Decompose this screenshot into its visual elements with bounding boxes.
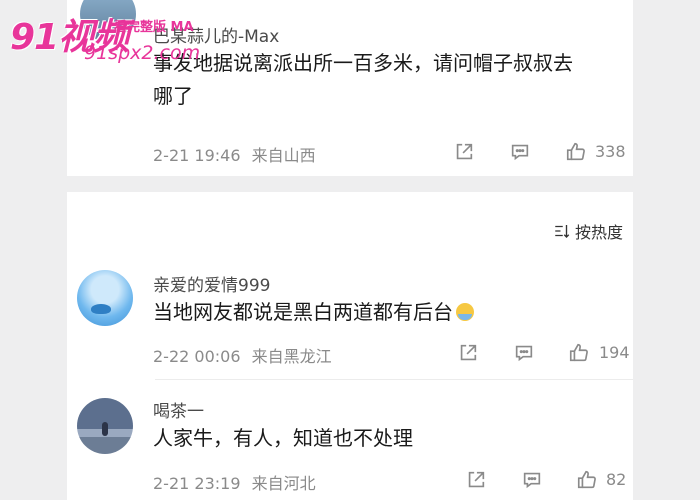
comment-item[interactable]: 喝茶一 人家牛，有人，知道也不处理 2-21 23:19 来自河北 82 — [67, 380, 633, 500]
thumb-up-icon[interactable] — [565, 141, 587, 163]
comment-item[interactable]: 亲爱的爱情999 当地网友都说是黑白两道都有后台 2-22 00:06 来自黑龙… — [67, 252, 633, 377]
comment-location: 来自黑龙江 — [251, 347, 332, 366]
comment-text-line: 当地网友都说是黑白两道都有后台 — [153, 300, 453, 324]
comment-meta: 2-21 19:46 来自山西 — [153, 142, 316, 166]
comment-date: 2-21 23:19 — [153, 474, 241, 493]
comment-icon[interactable] — [509, 141, 531, 163]
comment-text: 人家牛，有人，知道也不处理 — [153, 422, 413, 455]
like-count: 194 — [599, 343, 630, 362]
sort-label: 按热度 — [574, 223, 623, 242]
comment-date: 2-21 19:46 — [153, 146, 241, 165]
share-icon[interactable] — [457, 342, 479, 364]
comment-list: 按热度 亲爱的爱情999 当地网友都说是黑白两道都有后台 2-22 00:06 … — [67, 192, 633, 500]
thumb-up-icon[interactable] — [576, 469, 598, 491]
sort-button[interactable]: 按热度 — [553, 219, 623, 243]
comment-text-line: 人家牛，有人，知道也不处理 — [153, 426, 413, 450]
emoji-icon — [456, 303, 474, 321]
comment-icon[interactable] — [513, 342, 535, 364]
comment-text-line: 事发地据说离派出所一百多米，请问帽子叔叔去 — [153, 51, 573, 75]
comment-meta: 2-22 00:06 来自黑龙江 — [153, 343, 332, 367]
share-icon[interactable] — [465, 469, 487, 491]
comment-date: 2-22 00:06 — [153, 347, 241, 366]
watermark-tagline: 看完整版 MA — [114, 20, 194, 35]
comment-location: 来自河北 — [251, 474, 316, 493]
like-count: 338 — [595, 142, 626, 161]
comment-icon[interactable] — [521, 469, 543, 491]
sort-icon — [555, 225, 570, 238]
comment-text: 事发地据说离派出所一百多米，请问帽子叔叔去 哪了 — [153, 47, 573, 113]
avatar[interactable] — [77, 398, 133, 454]
share-icon[interactable] — [453, 141, 475, 163]
comment-username[interactable]: 喝茶一 — [153, 397, 204, 422]
avatar[interactable] — [77, 270, 133, 326]
comment-location: 来自山西 — [251, 146, 316, 165]
thumb-up-icon[interactable] — [568, 342, 590, 364]
like-count: 82 — [606, 470, 627, 489]
comment-text: 当地网友都说是黑白两道都有后台 — [153, 296, 474, 329]
comment-username[interactable]: 亲爱的爱情999 — [153, 271, 270, 296]
watermark-url: 91spx2.com — [84, 42, 201, 64]
comment-meta: 2-21 23:19 来自河北 — [153, 470, 316, 494]
comment-text-line: 哪了 — [153, 84, 193, 108]
